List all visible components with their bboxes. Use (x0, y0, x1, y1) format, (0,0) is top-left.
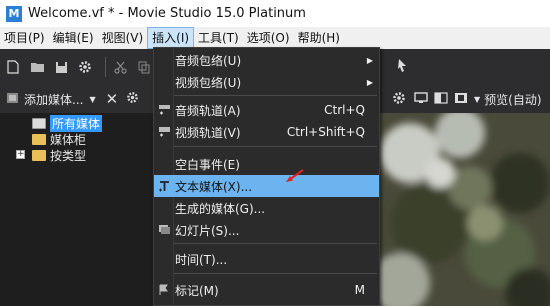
expand-icon[interactable]: + (16, 150, 25, 159)
menu-separator (174, 273, 377, 274)
tree-item-by-type[interactable]: + 按类型 (0, 147, 156, 163)
folder-icon (32, 133, 46, 145)
copy-icon[interactable] (135, 58, 153, 76)
chevron-down-icon[interactable]: ▼ (474, 95, 480, 104)
title-bar: M Welcome.vf * - Movie Studio 15.0 Plati… (0, 0, 550, 27)
menu-item-label: 标记(M) (175, 283, 219, 298)
preview-toolbar: ▼ 预览(自动) (380, 85, 550, 113)
submenu-arrow-icon: ▶ (366, 55, 373, 65)
submenu-arrow-icon: ▶ (366, 77, 373, 87)
tree-item-all-media[interactable]: 所有媒体 (0, 114, 156, 132)
settings-gear-icon[interactable] (76, 58, 94, 76)
menu-item-text-media[interactable]: 文本媒体(X)... (154, 175, 379, 197)
tree-item-label: 所有媒体 (50, 114, 103, 132)
menu-item-audio-envelopes[interactable]: 音频包络(U) ▶ (154, 49, 379, 71)
menu-item-label: 幻灯片(S)... (175, 223, 240, 238)
menu-item-shortcut: Ctrl+Q (324, 103, 365, 117)
menu-separator (174, 243, 377, 244)
menu-separator (174, 95, 377, 96)
insert-menu-dropdown: 音频包络(U) ▶ 视频包络(U) ▶ 音频轨道(A) Ctrl+Q 视频轨道(… (153, 47, 380, 306)
preview-settings-icon[interactable] (392, 91, 406, 108)
menu-item-label: 音频轨道(A) (175, 103, 241, 118)
preview-quality-label[interactable]: 预览(自动) (484, 91, 541, 108)
menu-edit[interactable]: 编辑(E) (49, 27, 98, 49)
menu-project[interactable]: 项目(P) (0, 27, 49, 49)
menu-item-generated-media[interactable]: 生成的媒体(G)... (154, 197, 379, 219)
slideshow-icon (157, 223, 171, 237)
menu-view[interactable]: 视图(V) (98, 27, 148, 49)
menu-item-label: 音频包络(U) (175, 53, 242, 68)
menu-item-shortcut: Ctrl+Shift+Q (286, 125, 365, 139)
toolbar-tool-icon[interactable] (397, 58, 409, 76)
menu-item-marker[interactable]: 标记(M) M (154, 279, 379, 301)
menu-tools[interactable]: 工具(T) (194, 27, 243, 49)
chevron-down-icon[interactable]: ▼ (89, 95, 95, 104)
marker-icon (157, 283, 171, 297)
window-title: Welcome.vf * - Movie Studio 15.0 Platinu… (28, 6, 306, 21)
menu-item-label: 空白事件(E) (175, 157, 240, 172)
close-icon[interactable]: ✕ (106, 90, 119, 108)
cut-icon[interactable] (111, 58, 129, 76)
tree-item-label: 按类型 (50, 148, 87, 163)
video-preview (380, 113, 550, 306)
toolbar-separator (105, 57, 106, 77)
menu-item-label: 视频轨道(V) (175, 125, 241, 140)
save-icon[interactable] (52, 58, 70, 76)
menu-separator (174, 146, 377, 147)
menu-item-label: 生成的媒体(G)... (175, 201, 266, 216)
split-screen-icon[interactable] (434, 91, 448, 107)
media-panel-toolbar: 添加媒体... ▼ ✕ (0, 85, 156, 113)
audio-track-icon (157, 103, 171, 117)
menu-help[interactable]: 帮助(H) (294, 27, 344, 49)
add-media-button[interactable]: 添加媒体... (24, 91, 83, 108)
menu-item-video-envelopes[interactable]: 视频包络(U) ▶ (154, 71, 379, 93)
add-media-icon[interactable] (6, 91, 20, 108)
folder-icon (32, 149, 46, 161)
menu-item-label: 视频包络(U) (175, 75, 242, 90)
media-folder-icon (32, 117, 46, 129)
menu-item-slideshow[interactable]: 幻灯片(S)... (154, 219, 379, 241)
menu-item-shortcut: M (354, 283, 365, 297)
panel-settings-icon[interactable] (126, 91, 139, 107)
menu-options[interactable]: 选项(O) (243, 27, 294, 49)
menu-item-time[interactable]: 时间(T)... (154, 248, 379, 270)
tree-item-label: 媒体柜 (50, 132, 87, 147)
menu-bar: 项目(P) 编辑(E) 视图(V) 插入(I) 工具(T) 选项(O) 帮助(H… (0, 27, 550, 49)
new-file-icon[interactable] (4, 58, 22, 76)
menu-item-empty-event[interactable]: 空白事件(E) (154, 153, 379, 175)
menu-insert[interactable]: 插入(I) (147, 27, 195, 49)
tree-item-media-bins[interactable]: 媒体柜 (0, 131, 156, 147)
menu-item-label: 时间(T)... (175, 252, 228, 267)
project-media-panel: 添加媒体... ▼ ✕ 所有媒体 媒体柜 + 按类型 (0, 85, 156, 306)
overlays-icon[interactable] (454, 92, 468, 107)
video-track-icon (157, 125, 171, 139)
media-tree: 所有媒体 媒体柜 + 按类型 (0, 113, 156, 163)
menu-item-label: 文本媒体(X)... (175, 179, 253, 194)
external-monitor-icon[interactable] (414, 91, 428, 107)
menu-item-video-track[interactable]: 视频轨道(V) Ctrl+Shift+Q (154, 121, 379, 143)
text-media-icon (157, 179, 171, 193)
annotation-arrow-icon (286, 169, 304, 182)
preview-frame-image (380, 113, 550, 306)
app-logo-icon: M (6, 5, 22, 22)
open-folder-icon[interactable] (28, 58, 46, 76)
menu-item-audio-track[interactable]: 音频轨道(A) Ctrl+Q (154, 99, 379, 121)
